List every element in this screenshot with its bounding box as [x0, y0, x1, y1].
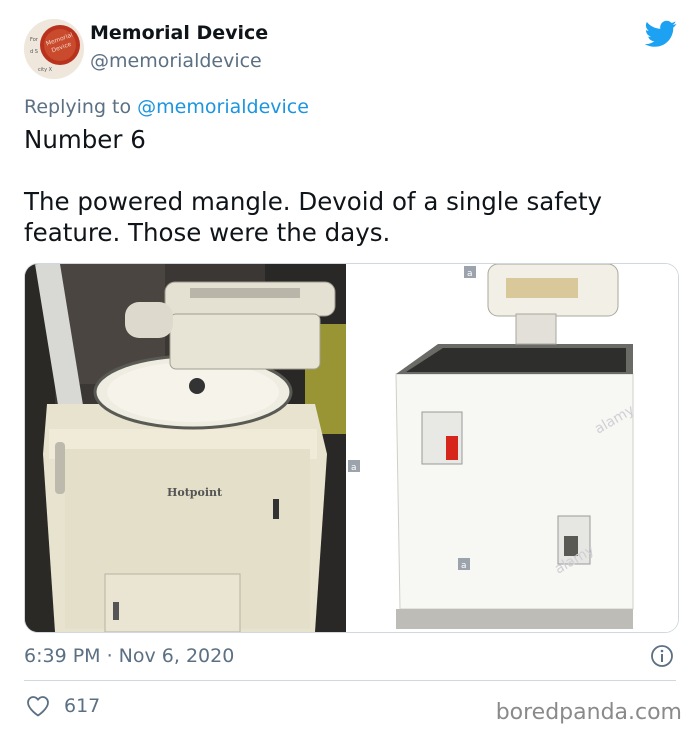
alamy-mark: a	[467, 269, 473, 279]
tweet-line-1: Number 6	[24, 125, 146, 154]
reply-mention-link[interactable]: @memorialdevice	[137, 96, 309, 118]
reply-prefix: Replying to	[24, 96, 132, 118]
memorial-badge-icon: Memorial Device For d S city X	[24, 19, 84, 79]
like-count[interactable]: 617	[64, 695, 100, 717]
alamy-mark-2: a	[351, 463, 357, 473]
right-photo-illustration: alamy alamy a a a	[348, 264, 678, 632]
hotpoint-brand-label: Hotpoint	[167, 486, 223, 499]
photo-hotpoint-mangle[interactable]: Hotpoint	[25, 264, 348, 632]
twitter-bird-icon[interactable]	[645, 20, 677, 48]
info-icon[interactable]	[650, 644, 674, 668]
heart-icon[interactable]	[26, 695, 50, 717]
tweet-line-2: The powered mangle. Devoid of a single s…	[24, 187, 603, 247]
svg-text:For: For	[30, 37, 39, 43]
reply-context: Replying to @memorialdevice	[24, 96, 309, 118]
author-handle[interactable]: @memorialdevice	[90, 50, 262, 72]
author-name[interactable]: Memorial Device	[90, 22, 268, 44]
svg-text:d S: d S	[30, 49, 38, 55]
media-grid: Hotpoint alamy alamy a a a	[24, 263, 679, 633]
tweet-text: Number 6 The powered mangle. Devoid of a…	[24, 124, 674, 248]
boredpanda-watermark: boredpanda.com	[495, 700, 682, 725]
svg-text:city X: city X	[38, 67, 53, 73]
photo-stock-mangle[interactable]: alamy alamy a a a	[348, 264, 678, 632]
divider	[24, 680, 676, 681]
avatar[interactable]: Memorial Device For d S city X	[24, 19, 84, 79]
alamy-mark-3: a	[461, 561, 467, 571]
tweet-timestamp[interactable]: 6:39 PM · Nov 6, 2020	[24, 645, 234, 667]
left-photo-illustration: Hotpoint	[25, 264, 346, 632]
